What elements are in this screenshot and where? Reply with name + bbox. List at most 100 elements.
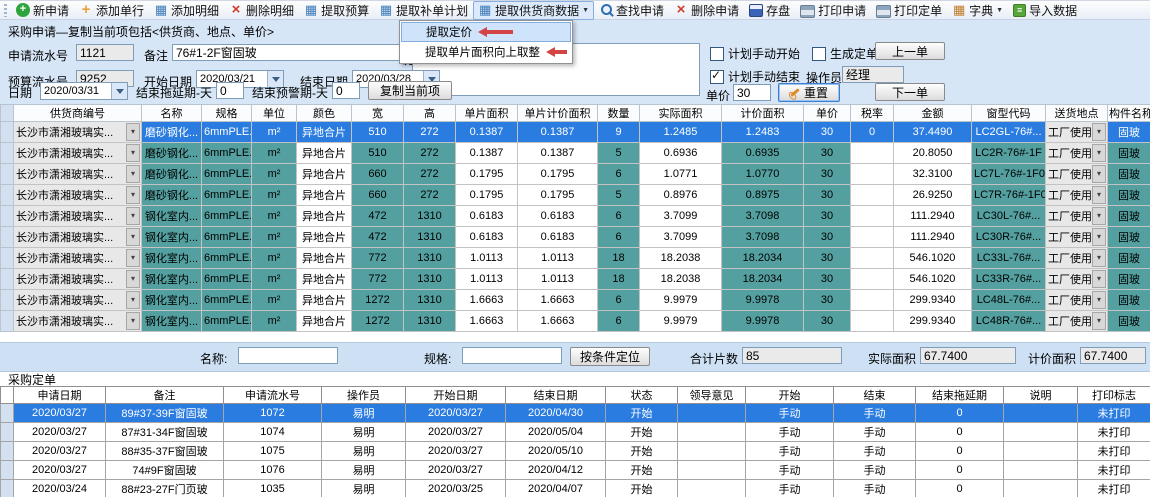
table-cell[interactable]: 32.3100 (894, 164, 972, 185)
column-header[interactable]: 结束 (834, 387, 916, 404)
toolbar-button-find-application[interactable]: 查找申请 (594, 1, 669, 20)
table-cell[interactable]: 未打印 (1078, 423, 1150, 442)
table-cell[interactable]: 异地合片 (297, 185, 352, 206)
column-header[interactable]: 金额 (894, 105, 972, 122)
table-cell[interactable]: 30 (804, 290, 851, 311)
table-cell[interactable]: LC33R-76#... (972, 269, 1046, 290)
column-header[interactable]: 构件名称 (1108, 105, 1150, 122)
table-cell[interactable]: m² (252, 290, 297, 311)
table-cell[interactable]: 88#35-37F窗固玻 (106, 442, 224, 461)
dropdown-arrow-icon[interactable]: ▾ (1092, 165, 1106, 183)
table-cell[interactable]: LC48L-76#... (972, 290, 1046, 311)
column-header[interactable]: 备注 (106, 387, 224, 404)
table-cell[interactable]: 未打印 (1078, 480, 1150, 497)
column-header[interactable]: 打印标志 (1078, 387, 1150, 404)
column-header[interactable]: 窗型代码 (972, 105, 1046, 122)
table-cell[interactable]: 510 (352, 122, 404, 143)
dropdown-arrow-icon[interactable]: ▾ (126, 270, 140, 288)
table-cell[interactable]: 6 (598, 311, 640, 332)
table-cell[interactable]: 易明 (322, 423, 406, 442)
table-cell[interactable]: 1.0771 (640, 164, 722, 185)
table-cell[interactable]: 固玻 (1108, 122, 1150, 143)
table-cell[interactable]: 未打印 (1078, 404, 1150, 423)
table-cell[interactable]: 开始 (606, 480, 678, 497)
name-filter-input[interactable] (238, 347, 338, 364)
table-cell[interactable]: 异地合片 (297, 248, 352, 269)
table-cell[interactable]: m² (252, 164, 297, 185)
dropdown-arrow-icon[interactable]: ▾ (1092, 291, 1106, 309)
table-cell[interactable]: 2020/05/04 (506, 423, 606, 442)
table-cell[interactable]: 6mmPLE... (202, 248, 252, 269)
table-cell[interactable]: 0.8975 (722, 185, 804, 206)
table-cell[interactable]: 6mmPLE... (202, 290, 252, 311)
table-cell[interactable] (851, 290, 894, 311)
dropdown-arrow-icon[interactable]: ▾ (1092, 144, 1106, 162)
table-cell[interactable]: 0.1795 (456, 185, 518, 206)
reset-button[interactable]: 重置 (778, 83, 840, 102)
toolbar-button-extract-budget[interactable]: 提取预算 (299, 1, 374, 20)
supplier-dropdown-cell[interactable]: 长沙市潇湘玻璃实...▾ (14, 143, 142, 164)
table-cell[interactable]: 手动 (834, 404, 916, 423)
table-cell[interactable]: 1310 (404, 290, 456, 311)
table-cell[interactable]: LC48R-76#... (972, 311, 1046, 332)
table-cell[interactable]: 30 (804, 143, 851, 164)
table-cell[interactable]: 6 (598, 206, 640, 227)
table-cell[interactable]: 26.9250 (894, 185, 972, 206)
table-row[interactable]: 长沙市潇湘玻璃实...▾钢化室内...6mmPLE...m²异地合片127213… (1, 290, 1150, 311)
table-cell[interactable]: 0.1387 (456, 122, 518, 143)
table-cell[interactable]: m² (252, 143, 297, 164)
column-header[interactable]: 单价 (804, 105, 851, 122)
table-cell[interactable]: 0.1387 (518, 122, 598, 143)
table-cell[interactable]: 0 (916, 480, 1004, 497)
table-cell[interactable]: 1310 (404, 311, 456, 332)
table-cell[interactable] (1004, 442, 1078, 461)
table-cell[interactable]: 固玻 (1108, 185, 1150, 206)
toolbar-button-extract-supplier-data[interactable]: 提取供货商数据 (473, 1, 594, 20)
table-cell[interactable]: 6mmPLE... (202, 185, 252, 206)
combo-arrow-icon[interactable] (111, 83, 127, 99)
table-cell[interactable]: 钢化室内... (142, 290, 202, 311)
table-cell[interactable]: 易明 (322, 480, 406, 497)
table-cell[interactable]: 1.6663 (518, 311, 598, 332)
remark-field[interactable] (172, 44, 402, 61)
table-cell[interactable]: 钢化室内... (142, 311, 202, 332)
table-cell[interactable]: 3.7098 (722, 206, 804, 227)
column-header[interactable]: 开始 (746, 387, 834, 404)
end-warning-field[interactable] (332, 82, 360, 99)
table-cell[interactable]: m² (252, 122, 297, 143)
table-cell[interactable]: 74#9F窗固玻 (106, 461, 224, 480)
delivery-dropdown-cell[interactable]: 工厂使用▾ (1046, 290, 1108, 311)
table-cell[interactable]: 5 (598, 143, 640, 164)
dropdown-arrow-icon[interactable]: ▾ (126, 144, 140, 162)
toolbar-button-print-order[interactable]: 打印定单 (871, 1, 947, 20)
table-cell[interactable]: 9.9979 (640, 311, 722, 332)
menu-item-extract-piece-area-roundup[interactable]: 提取单片面积向上取整 (401, 42, 571, 62)
table-cell[interactable]: 6mmPLE... (202, 143, 252, 164)
supplier-dropdown-cell[interactable]: 长沙市潇湘玻璃实...▾ (14, 290, 142, 311)
column-header[interactable]: 申请流水号 (224, 387, 322, 404)
column-header[interactable]: 结束日期 (506, 387, 606, 404)
table-cell[interactable]: 30 (804, 185, 851, 206)
dropdown-arrow-icon[interactable]: ▾ (1092, 249, 1106, 267)
table-cell[interactable]: 0.6183 (456, 227, 518, 248)
delivery-dropdown-cell[interactable]: 工厂使用▾ (1046, 122, 1108, 143)
locate-by-condition-button[interactable]: 按条件定位 (570, 347, 650, 366)
table-row[interactable]: 2020/03/2787#31-34F窗固玻1074易明2020/03/2720… (1, 423, 1150, 442)
delivery-dropdown-cell[interactable]: 工厂使用▾ (1046, 185, 1108, 206)
table-cell[interactable]: 钢化室内... (142, 206, 202, 227)
table-cell[interactable]: LC30R-76#... (972, 227, 1046, 248)
column-header[interactable]: 数量 (598, 105, 640, 122)
table-cell[interactable]: 472 (352, 206, 404, 227)
table-cell[interactable]: 30 (804, 122, 851, 143)
table-cell[interactable]: 9 (598, 122, 640, 143)
table-cell[interactable]: 1310 (404, 206, 456, 227)
table-cell[interactable]: 6mmPLE... (202, 311, 252, 332)
table-cell[interactable]: 开始 (606, 404, 678, 423)
table-cell[interactable]: m² (252, 185, 297, 206)
table-cell[interactable] (678, 423, 746, 442)
table-cell[interactable]: LC7R-76#-1F0 (972, 185, 1046, 206)
table-cell[interactable]: 5 (598, 185, 640, 206)
supplier-dropdown-cell[interactable]: 长沙市潇湘玻璃实...▾ (14, 227, 142, 248)
table-row[interactable]: 2020/03/2488#23-27F门页玻1035易明2020/03/2520… (1, 480, 1150, 497)
table-cell[interactable]: 2020/03/27 (406, 423, 506, 442)
